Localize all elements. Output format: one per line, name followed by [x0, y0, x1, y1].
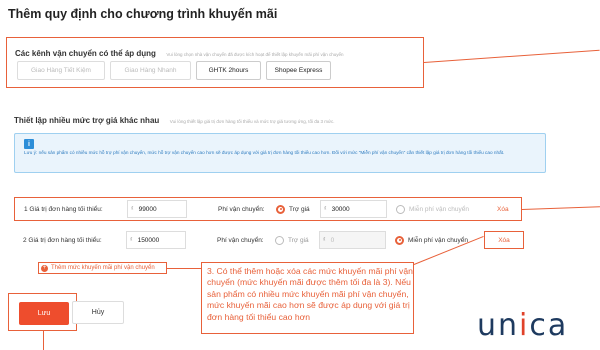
tier-1-label: 1 Giá trị đơn hàng tối thiểu: [24, 205, 103, 213]
tier-2-subsidy-value: 0 [330, 236, 335, 244]
carriers-hint: Vui lòng chọn nhà vận chuyển đã được kíc… [166, 52, 344, 57]
callout-line-tier [521, 206, 600, 210]
annotation-line: 3. Có thể thêm hoặc xóa các mức khuyến m… [207, 266, 413, 276]
tier-1-delete-link[interactable]: Xóa [497, 206, 509, 213]
tier-2-delete-button[interactable]: Xóa [484, 231, 524, 249]
tier-2-shipping-label: Phí vận chuyển: [217, 236, 264, 244]
carrier-options: Giao Hàng Tiết Kiệm Giao Hàng Nhanh GHTK… [17, 61, 331, 80]
annotation-line: mức khuyến mãi cao hơn sẽ được áp dụng v… [207, 300, 410, 311]
tier-2-subsidy-option[interactable]: Trợ giá [275, 235, 309, 245]
add-tier-label: Thêm mức khuyến mãi phí vận chuyển [51, 265, 155, 271]
tiers-heading: Thiết lập nhiều mức trợ giá khác nhau Vu… [14, 110, 335, 128]
tier-1-min-order-input[interactable]: ₫ 99000 [127, 200, 187, 218]
carrier-ghn-button[interactable]: Giao Hàng Nhanh [110, 61, 191, 80]
cancel-button[interactable]: Hủy [72, 301, 124, 324]
annotation-line: sản phẩm có nhiều mức khuyến mãi phí vận… [207, 288, 409, 299]
tier-1-subsidy-radio[interactable] [276, 204, 285, 214]
info-text: Lưu ý: nếu sản phẩm có nhiều mức hỗ trợ … [24, 150, 505, 155]
currency-symbol: ₫ [324, 206, 327, 212]
unica-logo: unica [477, 308, 569, 343]
callout-line-carriers [423, 49, 600, 63]
carrier-shopee-express-button[interactable]: Shopee Express [266, 61, 331, 80]
carriers-heading: Các kênh vận chuyển có thể áp dụng Vui l… [15, 43, 344, 61]
carriers-title: Các kênh vận chuyển có thể áp dụng [15, 49, 156, 58]
tier-1-shipping-label: Phí vận chuyển: [218, 205, 265, 213]
save-button[interactable]: Lưu [19, 302, 69, 325]
currency-symbol: ₫ [323, 237, 326, 243]
tier-row-2: 2 Giá trị đơn hàng tối thiểu: ₫ 150000 P… [14, 228, 524, 252]
tier-2-subsidy-label: Trợ giá [288, 236, 309, 244]
add-tier-button[interactable]: + Thêm mức khuyến mãi phí vận chuyển [38, 262, 167, 274]
tier-2-min-order-value: 150000 [137, 236, 160, 244]
tier-2-label: 2 Giá trị đơn hàng tối thiểu: [23, 236, 102, 244]
tier-2-min-order-input[interactable]: ₫ 150000 [126, 231, 186, 249]
tiers-hint: Vui lòng thiết lập giá trị đơn hàng tối … [169, 119, 335, 124]
currency-symbol: ₫ [131, 206, 134, 212]
carriers-section: Các kênh vận chuyển có thể áp dụng Vui l… [6, 37, 424, 88]
tier-1-subsidy-label: Trợ giá [289, 205, 310, 213]
currency-symbol: ₫ [130, 237, 133, 243]
tier-row-1: 1 Giá trị đơn hàng tối thiểu: ₫ 99000 Ph… [14, 197, 522, 221]
tier-2-free-shipping-option[interactable]: Miễn phí vận chuyển [395, 235, 468, 245]
tier-1-min-order-value: 99000 [138, 205, 157, 213]
tier-1-subsidy-value: 30000 [331, 205, 350, 213]
carrier-ghtk-2hours-button[interactable]: GHTK 2hours [196, 61, 261, 80]
tier-1-subsidy-input[interactable]: ₫ 30000 [320, 200, 387, 218]
tiers-title: Thiết lập nhiều mức trợ giá khác nhau [14, 116, 160, 125]
tier-1-free-shipping-label: Miễn phí vận chuyển [409, 205, 469, 213]
tier-1-subsidy-option[interactable]: Trợ giá [276, 204, 310, 214]
tier-2-free-shipping-radio[interactable] [395, 235, 404, 245]
tier-2-free-shipping-label: Miễn phí vận chuyển [408, 236, 468, 244]
annotation-note: 3. Có thể thêm hoặc xóa các mức khuyến m… [201, 262, 414, 334]
info-icon: i [24, 139, 34, 149]
info-notice: i Lưu ý: nếu sản phẩm có nhiều mức hỗ tr… [14, 133, 546, 173]
plus-icon: + [41, 264, 48, 272]
annotation-line: chuyển (mức khuyến mãi được thêm tối đa … [207, 277, 411, 288]
callout-line-save [43, 331, 44, 350]
page-title: Thêm quy định cho chương trình khuyến mã… [8, 7, 278, 21]
carrier-ghtk-button[interactable]: Giao Hàng Tiết Kiệm [17, 61, 105, 80]
tier-1-free-shipping-radio[interactable] [396, 204, 405, 214]
tier-2-subsidy-input[interactable]: ₫ 0 [319, 231, 386, 249]
tier-1-free-shipping-option[interactable]: Miễn phí vận chuyển [396, 204, 469, 214]
save-highlight: Lưu [8, 293, 77, 331]
annotation-line: đơn hàng tối thiểu cao hơn [207, 311, 311, 322]
callout-line-add [167, 268, 202, 269]
tier-2-subsidy-radio[interactable] [275, 235, 284, 245]
